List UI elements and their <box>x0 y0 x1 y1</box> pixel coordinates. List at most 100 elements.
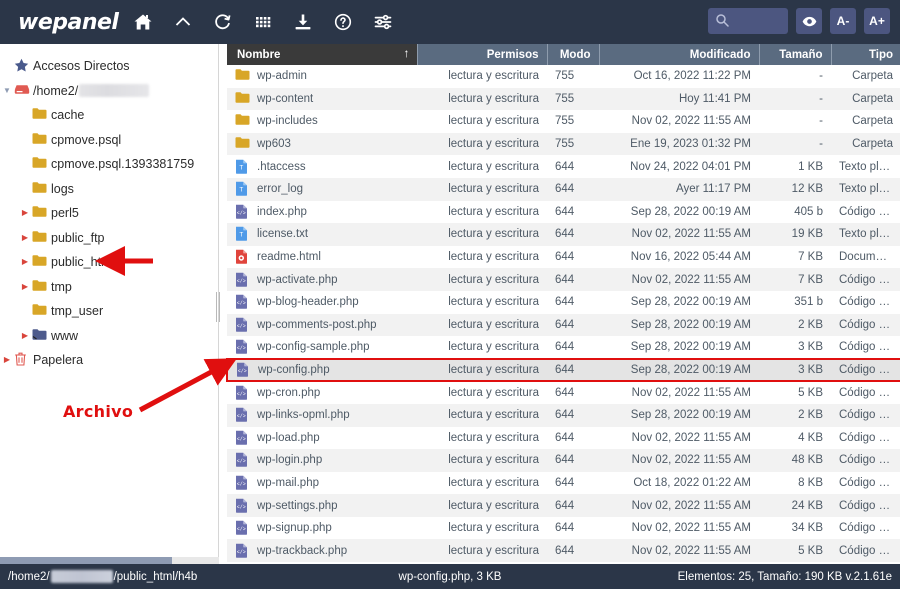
table-row[interactable]: wp-admin lectura y escritura 755 Oct 16, 20… <box>227 65 900 88</box>
cell-size: 34 KB <box>759 516 831 540</box>
app-logo[interactable]: wepanel <box>18 10 119 35</box>
chevron-up-icon[interactable] <box>172 11 194 33</box>
tree-item-home2[interactable]: ▼ /home2/ <box>0 79 218 104</box>
cell-name[interactable]: </> wp-config-sample.php <box>227 336 417 359</box>
chevron-right-icon[interactable]: ▶ <box>18 282 32 291</box>
cell-name[interactable]: T .htaccess <box>227 155 417 178</box>
table-row[interactable]: wp603 lectura y escritura 755 Ene 19, 2023 … <box>227 132 900 156</box>
tree-item-perl5[interactable]: ▶ perl5 <box>0 201 218 226</box>
column-header-tipo[interactable]: Tipo <box>830 44 900 65</box>
cell-name[interactable]: readme.html <box>227 245 417 269</box>
table-row[interactable]: </> index.php lectura y escritura 644 Sep 28… <box>227 200 900 224</box>
cell-name[interactable]: Terror_log <box>227 177 417 201</box>
chevron-right-icon[interactable]: ▶ <box>18 209 32 217</box>
table-row[interactable]: </> wp-config-sample.php lectura y escritu… <box>227 336 900 359</box>
cell-name[interactable]: </> wp-mail.php <box>227 471 417 495</box>
column-header-mod[interactable]: Modificado <box>598 44 759 65</box>
cell-tipo: Código PHP <box>831 494 900 517</box>
folder-icon <box>235 68 250 84</box>
tree-item-cpmove-psql[interactable]: cpmove.psql <box>0 128 218 153</box>
cell-name[interactable]: wp-includes <box>227 110 417 133</box>
sidebar-horizontal-scrollbar[interactable] <box>0 557 219 564</box>
cell-name[interactable]: </> wp-signup.php <box>227 516 417 540</box>
upload-icon[interactable] <box>292 11 314 33</box>
table-row[interactable]: </> wp-settings.php lectura y escritura 644… <box>227 494 900 517</box>
table-row[interactable]: T .htaccess lectura y escritura 644 Nov 24, … <box>227 155 900 178</box>
table-row[interactable]: wp-includes lectura y escritura 755 Nov 02,… <box>227 110 900 133</box>
pane-splitter-handle[interactable] <box>214 290 222 324</box>
cell-name[interactable]: </> wp-activate.php <box>227 268 417 291</box>
tree-item-public-ftp[interactable]: ▶ public_ftp <box>0 226 218 251</box>
column-header-modo[interactable]: Modo <box>546 44 599 65</box>
table-row[interactable]: </> wp-mail.php lectura y escritura 644 Oct … <box>227 471 900 495</box>
tree-item-cpmove-psql-1393381759[interactable]: cpmove.psql.1393381759 <box>0 152 218 177</box>
table-row[interactable]: </> wp-links-opml.php lectura y escritura 6… <box>227 403 900 427</box>
table-row[interactable]: readme.html lectura y escritura 644 Nov 16,… <box>227 245 900 269</box>
tree-item-tmp-user[interactable]: tmp_user <box>0 299 218 324</box>
table-row[interactable]: </> wp-comments-post.php lectura y escritu… <box>227 313 900 337</box>
tree-item-cache[interactable]: cache <box>0 103 218 128</box>
chevron-right-icon[interactable]: ▶ <box>18 233 32 242</box>
tree-item-www[interactable]: ▶ www <box>0 324 218 349</box>
cell-name[interactable]: </> wp-cron.php <box>227 381 417 404</box>
table-row[interactable]: </> wp-activate.php lectura y escritura 644… <box>227 268 900 291</box>
table-row[interactable]: </> wp-cron.php lectura y escritura 644 Nov … <box>227 381 900 404</box>
tree-item-public-html[interactable]: ▶ public_html <box>0 250 218 275</box>
toolbar-icon-group <box>132 11 394 33</box>
chevron-down-icon[interactable]: ▼ <box>0 86 14 95</box>
sort-ascending-icon[interactable]: ↑ <box>404 46 410 60</box>
cell-name[interactable]: </> wp-comments-post.php <box>227 313 417 337</box>
cell-name[interactable]: </> wp-settings.php <box>227 494 417 517</box>
cell-name[interactable]: </> wp-login.php <box>227 449 417 472</box>
tree-item-papelera[interactable]: ▶ Papelera <box>0 348 218 373</box>
home-icon[interactable] <box>132 11 154 33</box>
cell-name[interactable]: </> wp-blog-header.php <box>227 290 417 314</box>
cell-size: 7 KB <box>759 268 831 291</box>
search-input[interactable] <box>732 8 786 34</box>
tree-item-logs[interactable]: logs <box>0 177 218 202</box>
cell-modo: 644 <box>547 245 599 269</box>
tree-item-tmp[interactable]: ▶ tmp <box>0 275 218 300</box>
chevron-right-icon[interactable]: ▶ <box>18 331 32 340</box>
search-box[interactable] <box>708 8 788 34</box>
cell-name[interactable]: </> index.php <box>227 200 417 224</box>
column-header-size[interactable]: Tamaño <box>758 44 831 65</box>
settings-sliders-icon[interactable] <box>372 11 394 33</box>
eye-icon[interactable] <box>796 8 822 34</box>
cell-name[interactable]: </> wp-load.php <box>227 426 417 450</box>
tree-item-label: public_html <box>51 255 115 270</box>
table-row[interactable]: </> wp-load.php lectura y escritura 644 Nov … <box>227 426 900 450</box>
cell-name[interactable]: </> wp-config.php <box>226 357 417 383</box>
grid-icon[interactable] <box>252 11 274 33</box>
table-row[interactable]: </> wp-signup.php lectura y escritura 644 No… <box>227 516 900 540</box>
table-row[interactable]: </> wp-config.php lectura y escritura 644 Se… <box>226 357 900 383</box>
cell-perm: lectura y escritura <box>417 223 547 246</box>
column-header-perm[interactable]: Permisos <box>416 44 547 65</box>
table-row[interactable]: </> wp-trackback.php lectura y escritura 64… <box>227 539 900 563</box>
font-increase-button[interactable]: A+ <box>864 8 890 34</box>
directory-tree-sidebar[interactable]: Accesos Directos ▼ /home2/cache cpmove.psql… <box>0 44 219 564</box>
cell-name[interactable]: wp603 <box>227 132 417 156</box>
table-row[interactable]: wp-content lectura y escritura 755 Hoy 11:4… <box>227 87 900 111</box>
cell-perm: lectura y escritura <box>417 268 547 291</box>
cell-mod: Hoy 11:41 PM <box>599 87 759 111</box>
cell-name[interactable]: </> wp-trackback.php <box>227 539 417 563</box>
cell-perm: lectura y escritura <box>417 516 547 540</box>
cell-name[interactable]: </> wp-links-opml.php <box>227 403 417 427</box>
font-decrease-button[interactable]: A- <box>830 8 856 34</box>
cell-name[interactable]: wp-content <box>227 87 417 111</box>
cell-name[interactable]: Tlicense.txt <box>227 223 417 246</box>
php-file-icon: </> <box>235 339 249 355</box>
chevron-right-icon[interactable]: ▶ <box>0 356 14 364</box>
help-icon[interactable] <box>332 11 354 33</box>
table-row[interactable]: </> wp-blog-header.php lectura y escritura… <box>227 290 900 314</box>
tree-item-accesos-directos[interactable]: Accesos Directos <box>0 54 218 79</box>
refresh-icon[interactable] <box>212 11 234 33</box>
php-file-icon: </> <box>235 294 249 310</box>
column-header-name[interactable]: Nombre ↑ <box>227 44 417 65</box>
chevron-right-icon[interactable]: ▶ <box>18 258 32 266</box>
table-row[interactable]: </> wp-login.php lectura y escritura 644 Nov… <box>227 449 900 472</box>
table-row[interactable]: Terror_log lectura y escritura 644 Ayer 11:… <box>227 177 900 201</box>
cell-name[interactable]: wp-admin <box>227 65 417 88</box>
table-row[interactable]: Tlicense.txt lectura y escritura 644 Nov 02… <box>227 223 900 246</box>
